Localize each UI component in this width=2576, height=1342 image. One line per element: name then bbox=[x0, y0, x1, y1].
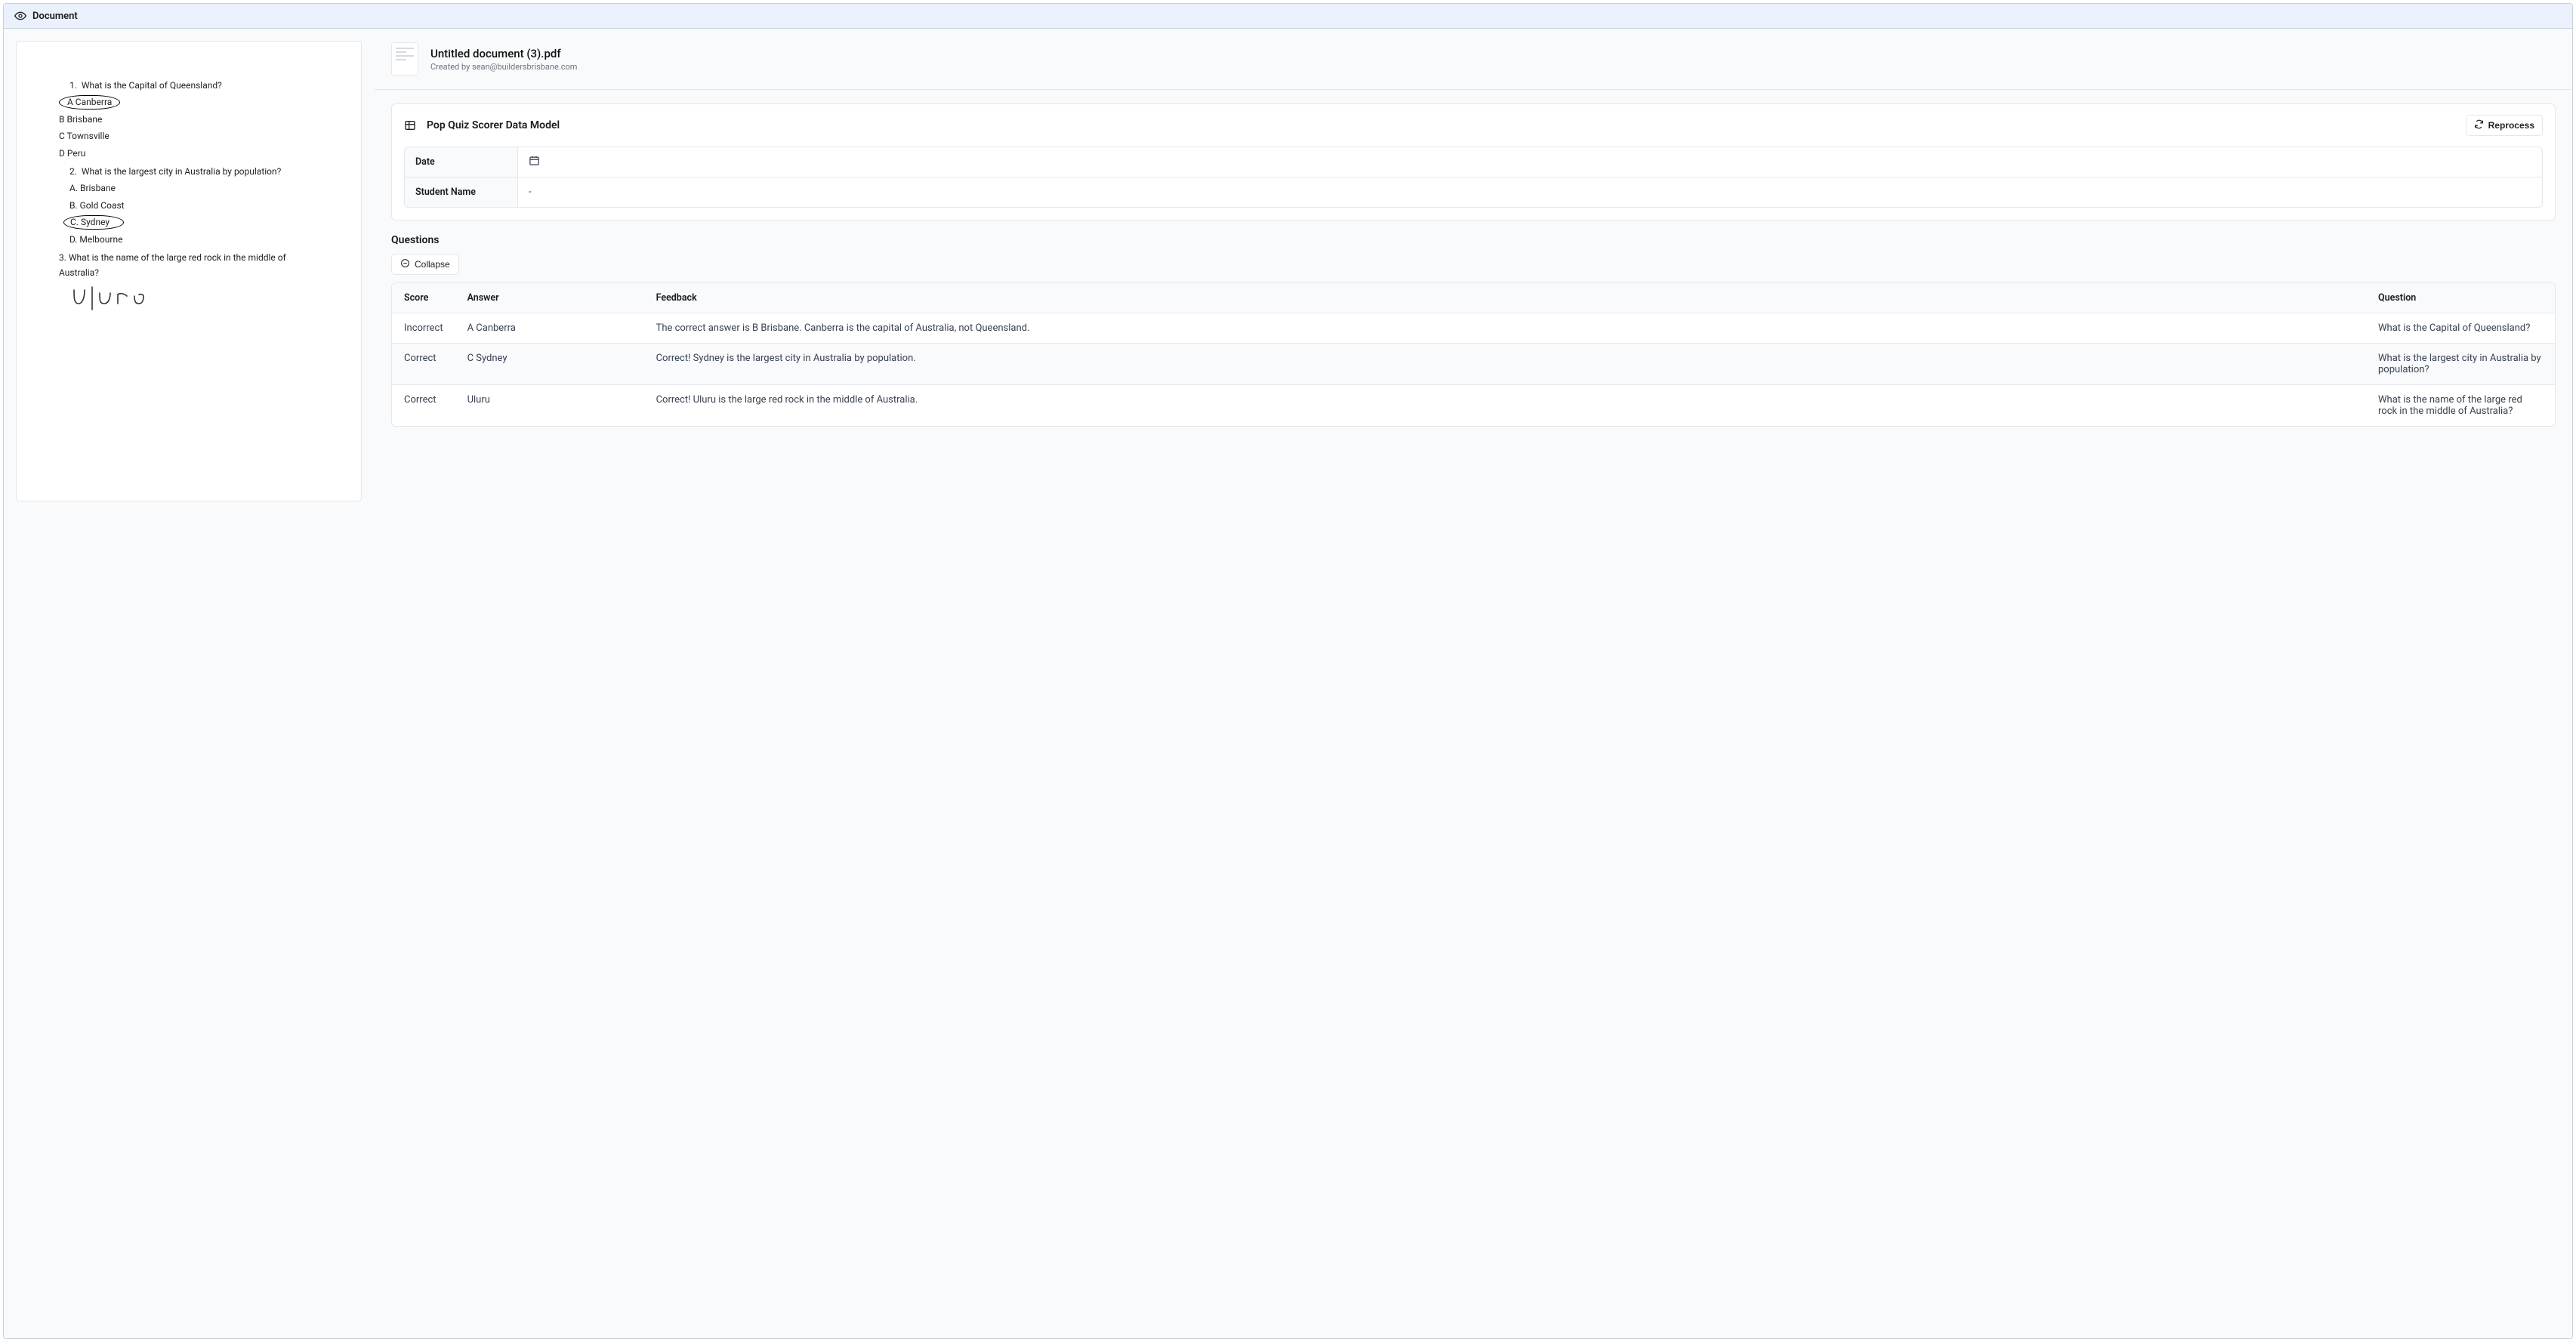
cell-question: What is the largest city in Australia by… bbox=[2366, 344, 2555, 385]
cell-feedback: Correct! Uluru is the large red rock in … bbox=[644, 385, 2366, 426]
data-model-header: Pop Quiz Scorer Data Model Reprocess bbox=[392, 104, 2555, 147]
col-header-feedback: Feedback bbox=[644, 283, 2366, 313]
q3-text: 3. What is the name of the large red roc… bbox=[59, 250, 319, 281]
cell-score: Correct bbox=[392, 385, 455, 426]
q2-opt-d: D. Melbourne bbox=[69, 232, 319, 247]
cell-score: Incorrect bbox=[392, 313, 455, 344]
q1-opt-c: C Townsville bbox=[59, 128, 319, 143]
header-title: Document bbox=[32, 11, 78, 22]
questions-table: Score Answer Feedback Question Incorrect… bbox=[391, 282, 2556, 427]
file-thumbnail-icon bbox=[391, 42, 418, 76]
field-row-date: Date bbox=[405, 147, 2542, 177]
table-icon bbox=[404, 119, 416, 131]
eye-icon bbox=[14, 10, 26, 22]
data-model-card: Pop Quiz Scorer Data Model Reprocess Dat… bbox=[391, 103, 2556, 221]
detail-panel: Untitled document (3).pdf Created by sea… bbox=[374, 29, 2572, 1338]
table-row[interactable]: Incorrect A Canberra The correct answer … bbox=[392, 313, 2555, 344]
field-value-student-name[interactable]: - bbox=[518, 177, 2542, 207]
main-split: 1. What is the Capital of Queensland? A … bbox=[4, 29, 2572, 1338]
cell-answer: A Canberra bbox=[455, 313, 644, 344]
questions-section: Questions Collapse Score Answer Feedback… bbox=[391, 234, 2556, 427]
file-title: Untitled document (3).pdf bbox=[430, 47, 577, 60]
file-header: Untitled document (3).pdf Created by sea… bbox=[375, 29, 2572, 90]
questions-title: Questions bbox=[391, 234, 2556, 246]
refresh-icon bbox=[2474, 119, 2484, 131]
data-model-name: Pop Quiz Scorer Data Model bbox=[427, 119, 2455, 131]
q1-text: 1. What is the Capital of Queensland? bbox=[69, 78, 319, 93]
cell-score: Correct bbox=[392, 344, 455, 385]
app-frame: Document 1. What is the Capital of Queen… bbox=[3, 3, 2573, 1339]
file-created-by: Created by sean@buildersbrisbane.com bbox=[430, 62, 577, 72]
file-meta: Untitled document (3).pdf Created by sea… bbox=[430, 47, 577, 72]
cell-answer: Uluru bbox=[455, 385, 644, 426]
cell-feedback: Correct! Sydney is the largest city in A… bbox=[644, 344, 2366, 385]
cell-answer: C Sydney bbox=[455, 344, 644, 385]
table-row[interactable]: Correct C Sydney Correct! Sydney is the … bbox=[392, 344, 2555, 385]
collapse-icon bbox=[400, 258, 410, 270]
q2-opt-c: C. Sydney bbox=[63, 214, 319, 230]
cell-feedback: The correct answer is B Brisbane. Canber… bbox=[644, 313, 2366, 344]
document-preview-panel: 1. What is the Capital of Queensland? A … bbox=[4, 29, 374, 1338]
col-header-answer: Answer bbox=[455, 283, 644, 313]
q1-opt-b: B Brisbane bbox=[59, 112, 319, 127]
q2-opt-a: A. Brisbane bbox=[69, 180, 319, 196]
q2-text: 2. What is the largest city in Australia… bbox=[69, 164, 319, 179]
q1-opt-a: A Canberra bbox=[59, 94, 319, 110]
cell-question: What is the name of the large red rock i… bbox=[2366, 385, 2555, 426]
calendar-icon bbox=[529, 155, 540, 169]
questions-table-header-row: Score Answer Feedback Question bbox=[392, 283, 2555, 313]
col-header-score: Score bbox=[392, 283, 455, 313]
q1-opt-d: D Peru bbox=[59, 146, 319, 161]
collapse-button[interactable]: Collapse bbox=[391, 254, 459, 275]
handwritten-answer bbox=[69, 285, 319, 316]
table-row[interactable]: Correct Uluru Correct! Uluru is the larg… bbox=[392, 385, 2555, 426]
field-label-student-name: Student Name bbox=[405, 177, 518, 207]
model-fields-table: Date Student Name - bbox=[404, 147, 2543, 208]
document-page[interactable]: 1. What is the Capital of Queensland? A … bbox=[16, 41, 362, 501]
reprocess-label: Reprocess bbox=[2488, 120, 2534, 131]
field-row-student-name: Student Name - bbox=[405, 177, 2542, 207]
header-bar: Document bbox=[4, 4, 2572, 29]
field-label-date: Date bbox=[405, 147, 518, 177]
collapse-label: Collapse bbox=[415, 259, 450, 270]
field-value-date[interactable] bbox=[518, 147, 2542, 177]
q2-opt-b: B. Gold Coast bbox=[69, 198, 319, 213]
reprocess-button[interactable]: Reprocess bbox=[2466, 115, 2543, 136]
col-header-question: Question bbox=[2366, 283, 2555, 313]
cell-question: What is the Capital of Queensland? bbox=[2366, 313, 2555, 344]
